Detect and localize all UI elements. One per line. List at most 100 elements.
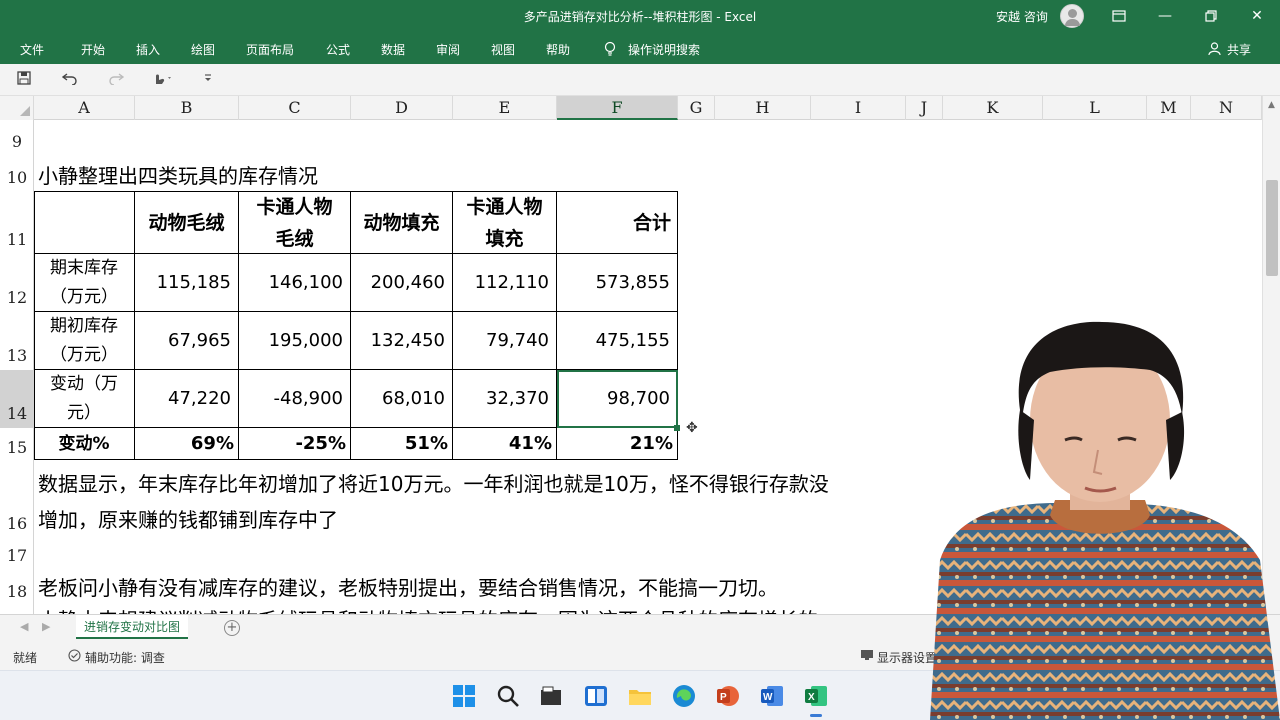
share-button[interactable]: 共享 [1227, 41, 1251, 58]
row-header-10[interactable]: 10 [0, 168, 34, 190]
sheet-tab-active[interactable]: 进销存变动对比图 [76, 615, 189, 639]
table-header-cell[interactable] [34, 192, 135, 254]
file-manager-icon[interactable] [539, 684, 563, 708]
row-header-17[interactable]: 17 [0, 546, 34, 568]
tell-me-search[interactable]: 操作说明搜索 [628, 41, 700, 58]
edge-icon[interactable] [672, 684, 696, 708]
ribbon-display-icon[interactable] [1096, 0, 1142, 32]
maximize-button[interactable] [1188, 0, 1234, 32]
select-all-corner[interactable] [0, 96, 34, 120]
tab-view[interactable]: 视图 [491, 41, 515, 58]
table-cell[interactable]: 200,460 [351, 254, 453, 312]
paragraph-line[interactable]: 老板问小静有没有减库存的建议，老板特别提出，要结合销售情况，不能搞一刀切。 [38, 572, 778, 601]
table-cell[interactable]: -25% [239, 428, 351, 460]
table-header-cell[interactable]: 卡通人物毛绒 [239, 192, 351, 254]
tab-scroll-right-icon[interactable]: ▶ [42, 620, 50, 633]
row-header-15[interactable]: 15 [0, 438, 34, 460]
close-button[interactable]: ✕ [1234, 0, 1280, 32]
active-cell[interactable]: 98,700 [557, 370, 678, 428]
table-cell[interactable]: 475,155 [557, 312, 678, 370]
fill-handle[interactable] [674, 425, 680, 431]
user-name[interactable]: 安越 咨询 [996, 8, 1048, 25]
row-header-18[interactable]: 18 [0, 582, 34, 604]
table-cell[interactable]: 79,740 [453, 312, 557, 370]
table-cell[interactable]: 195,000 [239, 312, 351, 370]
tab-formulas[interactable]: 公式 [326, 41, 350, 58]
column-header-j[interactable]: J [906, 96, 943, 120]
tab-review[interactable]: 审阅 [436, 41, 460, 58]
column-header-d[interactable]: D [351, 96, 453, 120]
tab-page-layout[interactable]: 页面布局 [246, 41, 294, 58]
table-row-label[interactable]: 变动% [34, 428, 135, 460]
row-header-14[interactable]: 14 [0, 370, 34, 428]
column-header-e[interactable]: E [453, 96, 557, 120]
search-icon[interactable] [496, 684, 520, 708]
row-header-16[interactable]: 16 [0, 514, 34, 536]
column-header-f[interactable]: F [557, 96, 678, 120]
table-cell[interactable]: 146,100 [239, 254, 351, 312]
table-header-cell[interactable]: 合计 [557, 192, 678, 254]
touch-mode-icon[interactable] [152, 71, 174, 89]
table-cell[interactable]: 115,185 [135, 254, 239, 312]
scroll-up-icon[interactable]: ▲ [1268, 100, 1275, 110]
table-caption[interactable]: 小静整理出四类玩具的库存情况 [38, 160, 318, 189]
table-row-label[interactable]: 期初库存（万元） [34, 312, 135, 370]
excel-icon[interactable]: X [804, 684, 828, 717]
add-sheet-icon[interactable]: + [224, 620, 240, 636]
row-header-13[interactable]: 13 [0, 346, 34, 368]
table-cell[interactable]: 41% [453, 428, 557, 460]
column-header-g[interactable]: G [678, 96, 715, 120]
avatar[interactable] [1060, 4, 1084, 28]
minimize-button[interactable]: — [1142, 0, 1188, 32]
column-header-h[interactable]: H [715, 96, 811, 120]
table-header-cell[interactable]: 动物毛绒 [135, 192, 239, 254]
file-explorer-icon[interactable] [628, 684, 652, 708]
tab-scroll-left-icon[interactable]: ◀ [20, 620, 28, 633]
tab-file[interactable]: 文件 [20, 41, 44, 58]
column-header-k[interactable]: K [943, 96, 1043, 120]
accessibility-status[interactable]: 辅助功能: 调查 [85, 649, 165, 666]
table-header-cell[interactable]: 卡通人物填充 [453, 192, 557, 254]
table-cell[interactable]: 69% [135, 428, 239, 460]
table-cell[interactable]: 67,965 [135, 312, 239, 370]
paragraph-line[interactable]: 数据显示，年末库存比年初增加了将近10万元。一年利润也就是10万，怪不得银行存款… [38, 468, 829, 497]
tab-help[interactable]: 帮助 [546, 41, 570, 58]
word-icon[interactable]: W [760, 684, 784, 708]
redo-icon[interactable] [108, 71, 125, 89]
row-header-11[interactable]: 11 [0, 230, 34, 252]
save-icon[interactable] [17, 71, 31, 89]
powerpoint-icon[interactable]: P [716, 684, 740, 708]
table-cell[interactable]: 51% [351, 428, 453, 460]
table-cell[interactable]: 47,220 [135, 370, 239, 428]
display-settings[interactable]: 显示器设置 [877, 649, 937, 666]
table-cell[interactable]: 68,010 [351, 370, 453, 428]
column-header-m[interactable]: M [1147, 96, 1191, 120]
row-header-12[interactable]: 12 [0, 288, 34, 310]
table-cell[interactable]: 573,855 [557, 254, 678, 312]
paragraph-line[interactable]: 增加，原来赚的钱都铺到库存中了 [38, 504, 338, 533]
table-cell[interactable]: 112,110 [453, 254, 557, 312]
scrollbar-thumb[interactable] [1266, 180, 1278, 276]
table-header-cell[interactable]: 动物填充 [351, 192, 453, 254]
windows-start-icon[interactable] [452, 684, 476, 708]
table-cell[interactable]: -48,900 [239, 370, 351, 428]
table-cell[interactable]: 132,450 [351, 312, 453, 370]
column-header-b[interactable]: B [135, 96, 239, 120]
tab-data[interactable]: 数据 [381, 41, 405, 58]
table-cell[interactable]: 32,370 [453, 370, 557, 428]
column-header-a[interactable]: A [34, 96, 135, 120]
column-header-c[interactable]: C [239, 96, 351, 120]
table-row-label[interactable]: 变动（万元） [34, 370, 135, 428]
snap-layout-icon[interactable] [584, 684, 608, 708]
table-row-label[interactable]: 期末库存（万元） [34, 254, 135, 312]
tab-insert[interactable]: 插入 [136, 41, 160, 58]
tab-home[interactable]: 开始 [81, 41, 105, 58]
column-header-i[interactable]: I [811, 96, 906, 120]
table-cell[interactable]: 21% [557, 428, 678, 460]
tab-draw[interactable]: 绘图 [191, 41, 215, 58]
column-header-l[interactable]: L [1043, 96, 1147, 120]
column-header-n[interactable]: N [1191, 96, 1262, 120]
customize-toolbar-icon[interactable] [204, 71, 212, 87]
row-header-9[interactable]: 9 [0, 132, 34, 154]
undo-icon[interactable] [61, 71, 78, 89]
